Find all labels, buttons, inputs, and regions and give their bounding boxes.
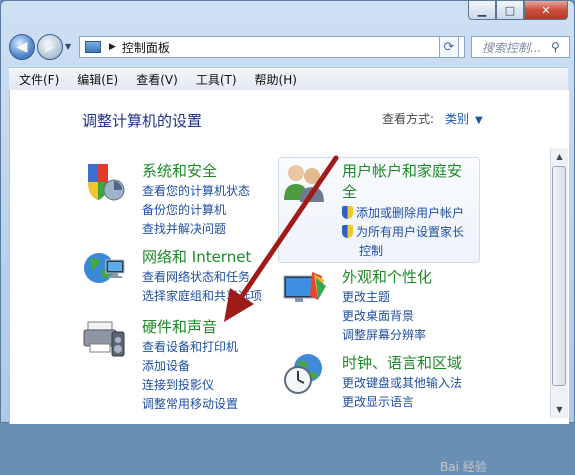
menu-help[interactable]: 帮助(H) [245, 71, 305, 88]
back-button[interactable]: ◀ [9, 34, 35, 60]
link-add-remove-users[interactable]: 添加或删除用户帐户 [342, 204, 464, 223]
maximize-icon[interactable]: □ [496, 1, 524, 20]
link-add-device[interactable]: 添加设备 [142, 357, 238, 376]
page-title: 调整计算机的设置 [82, 112, 203, 130]
menu-tools[interactable]: 工具(T) [186, 71, 245, 88]
search-input[interactable]: 搜索控制... [482, 39, 551, 56]
link-parental-controls[interactable]: 为所有用户设置家长 [342, 223, 464, 242]
link-devices-printers[interactable]: 查看设备和打印机 [142, 338, 238, 357]
scrollbar-thumb[interactable] [552, 166, 566, 386]
user-accounts-icon[interactable] [282, 160, 326, 204]
category-title[interactable]: 外观和个性化 [342, 266, 432, 287]
category-title[interactable]: 硬件和声音 [142, 316, 217, 337]
control-panel-icon [85, 41, 101, 53]
category-title[interactable]: 用户帐户和家庭安全 [342, 160, 462, 202]
link-text: 为所有用户设置家长 [356, 225, 465, 239]
close-icon[interactable]: ✕ [524, 1, 568, 20]
link-screen-resolution[interactable]: 调整屏幕分辨率 [342, 326, 426, 345]
link-backup-computer[interactable]: 备份您的计算机 [142, 201, 250, 220]
menu-file[interactable]: 文件(F) [9, 71, 67, 88]
breadcrumb-control-panel[interactable]: 控制面板 [122, 39, 170, 56]
menu-edit[interactable]: 编辑(E) [67, 71, 126, 88]
category-title[interactable]: 网络和 Internet [142, 246, 251, 267]
scroll-up-icon[interactable]: ▲ [551, 148, 568, 165]
search-box[interactable]: 搜索控制... ⚲ [471, 36, 570, 58]
view-by-dropdown[interactable]: 类别 ▼ [445, 110, 483, 127]
category-title-line2: 全 [342, 183, 358, 201]
category-title[interactable]: 时钟、语言和区域 [342, 352, 462, 373]
link-display-language[interactable]: 更改显示语言 [342, 393, 462, 412]
forward-button[interactable]: ▶ [37, 34, 63, 60]
link-parental-controls-cont[interactable]: 控制 [342, 242, 464, 261]
uac-shield-icon [342, 206, 353, 219]
link-network-status[interactable]: 查看网络状态和任务 [142, 268, 262, 287]
link-mobility-settings[interactable]: 调整常用移动设置 [142, 395, 238, 414]
category-title[interactable]: 系统和安全 [142, 160, 217, 181]
scroll-down-icon[interactable]: ▼ [551, 401, 568, 418]
chevron-down-icon: ▼ [475, 115, 483, 126]
watermark: Bai 经验 [440, 460, 487, 474]
link-desktop-background[interactable]: 更改桌面背景 [342, 307, 426, 326]
clock-region-icon[interactable] [282, 352, 326, 396]
address-bar[interactable]: ▶ 控制面板 ▼ [79, 36, 465, 58]
breadcrumb-arrow-icon[interactable]: ▶ [109, 42, 116, 52]
search-icon[interactable]: ⚲ [551, 40, 569, 54]
system-security-icon[interactable] [82, 160, 126, 204]
network-icon[interactable] [82, 246, 126, 290]
navigation-bar: ◀ ▶ ▼ ▶ 控制面板 ▼ ⟳ 搜索控制... ⚲ [9, 32, 570, 62]
uac-shield-icon [342, 225, 353, 238]
view-by-value: 类别 [445, 112, 470, 126]
main-content: 调整计算机的设置 查看方式: 类别 ▼ 系统和安全 查看您的计算机状态 备份您的计… [9, 90, 569, 474]
link-view-computer-status[interactable]: 查看您的计算机状态 [142, 182, 250, 201]
hardware-sound-icon[interactable] [82, 316, 126, 360]
caption-buttons: ▁ □ ✕ [468, 1, 568, 20]
link-text: 添加或删除用户帐户 [356, 206, 465, 220]
category-title-line1: 用户帐户和家庭安 [342, 162, 463, 180]
minimize-icon[interactable]: ▁ [468, 1, 496, 20]
menu-bar: 文件(F) 编辑(E) 查看(V) 工具(T) 帮助(H) [9, 67, 568, 90]
link-change-theme[interactable]: 更改主题 [342, 288, 426, 307]
view-by-label: 查看方式: [382, 112, 435, 126]
control-panel-window: ▁ □ ✕ ◀ ▶ ▼ ▶ 控制面板 ▼ ⟳ 搜索控制... ⚲ 文件(F) 编… [0, 0, 575, 474]
link-keyboard-input[interactable]: 更改键盘或其他输入法 [342, 374, 462, 393]
menu-view[interactable]: 查看(V) [126, 71, 186, 88]
appearance-icon[interactable] [282, 266, 326, 310]
link-homegroup-sharing[interactable]: 选择家庭组和共享选项 [142, 287, 262, 306]
link-connect-projector[interactable]: 连接到投影仪 [142, 376, 238, 395]
refresh-icon[interactable]: ⟳ [439, 36, 459, 58]
vertical-scrollbar[interactable]: ▲ ▼ [550, 148, 568, 418]
link-troubleshoot[interactable]: 查找并解决问题 [142, 220, 250, 239]
recent-pages-chevron-icon[interactable]: ▼ [65, 42, 71, 51]
